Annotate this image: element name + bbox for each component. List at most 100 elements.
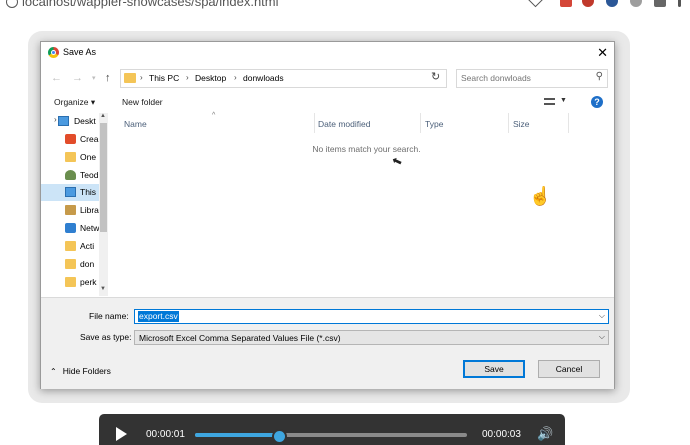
user-icon [65,170,76,180]
view-options-icon[interactable] [544,98,555,105]
nav-item-libraries[interactable]: Libra [41,202,99,219]
column-divider[interactable] [568,113,569,133]
creative-cloud-icon [65,134,76,144]
column-header-type[interactable]: Type [425,119,443,129]
nav-scrollbar[interactable]: ▲ ▼ [99,113,108,296]
chrome-icon [48,47,59,58]
file-name-selected-text[interactable]: export.csv [138,311,179,322]
extension-icon[interactable] [630,0,642,7]
bookmark-star-icon[interactable] [527,0,544,8]
close-button[interactable]: ✕ [597,45,608,61]
site-info-icon[interactable] [6,0,18,8]
sort-ascending-icon: ^ [212,112,216,119]
nav-item-this-pc[interactable]: This [41,184,99,201]
column-header-date-modified[interactable]: Date modified [318,119,370,129]
extension-icon[interactable] [606,0,618,7]
extension-icon[interactable] [654,0,666,7]
save-as-type-dropdown-icon[interactable]: ⌵ [599,332,605,342]
nav-item-label: Crea [80,134,99,144]
search-box[interactable]: ⚲ [456,69,608,88]
save-as-dialog: Save As ✕ ← → ▾ ↑ › This PC › Desktop › … [40,41,615,389]
adblock-extension-icon[interactable] [582,0,594,7]
column-header-size[interactable]: Size [513,119,530,129]
file-name-field[interactable]: export.csv ⌵ [134,309,609,324]
organize-button[interactable]: Organize ▾ [54,97,95,108]
gmail-extension-icon[interactable] [560,0,572,7]
save-as-type-select[interactable]: Microsoft Excel Comma Separated Values F… [134,330,609,345]
help-icon[interactable]: ? [591,96,603,108]
play-icon[interactable] [116,427,127,441]
save-as-type-value: Microsoft Excel Comma Separated Values F… [139,333,341,343]
column-divider[interactable] [508,113,509,133]
forward-arrow-icon[interactable]: → [72,72,83,84]
dialog-titlebar[interactable]: Save As ✕ [41,42,614,64]
nav-item-folder[interactable]: perk [41,274,99,291]
search-input[interactable] [461,72,587,84]
folder-icon [65,152,76,162]
save-as-type-label: Save as type: [80,332,132,342]
current-time: 00:00:01 [146,429,185,440]
this-pc-icon [65,187,76,197]
browser-toolbar: localhost/wappier-showcases/spa/index.ht… [0,0,690,12]
folder-icon [65,277,76,287]
save-button[interactable]: Save [463,360,525,378]
nav-item-label: Netw [80,223,100,233]
dialog-toolbar: Organize ▾ New folder ▼ ? [41,92,614,112]
nav-item-label: Teod [80,170,99,180]
back-arrow-icon[interactable]: ← [51,72,62,84]
nav-item-label: don [80,259,95,269]
progress-handle[interactable] [271,429,287,444]
column-divider[interactable] [314,113,315,133]
libraries-icon [65,205,76,215]
breadcrumb-this-pc[interactable]: This PC [149,73,179,83]
progress-fill [195,433,277,437]
file-name-label: File name: [89,311,129,321]
nav-item-user[interactable]: Teod [41,167,99,184]
breadcrumb-desktop[interactable]: Desktop [195,73,226,83]
scroll-up-icon[interactable]: ▲ [100,113,106,119]
nav-item-onedrive[interactable]: One [41,149,99,166]
recent-locations-chevron-icon[interactable]: ▾ [92,74,96,82]
up-arrow-icon[interactable]: ↑ [105,72,111,84]
folder-icon [124,73,136,83]
new-folder-button[interactable]: New folder [122,97,163,107]
breadcrumb-separator: › [234,73,237,82]
nav-item-folder[interactable]: Acti [41,238,99,255]
scrollbar-thumb[interactable] [100,123,107,232]
scroll-down-icon[interactable]: ▼ [100,286,106,292]
file-name-dropdown-icon[interactable]: ⌵ [599,311,605,321]
navigation-pane: › Deskt Crea One Teod This Libra Netw Ac… [41,113,108,296]
nav-item-network[interactable]: Netw [41,220,99,237]
nav-item-desktop[interactable]: › Deskt [41,113,99,130]
address-bar-url[interactable]: localhost/wappier-showcases/spa/index.ht… [22,0,279,9]
chevron-up-icon: ⌃ [50,367,57,376]
menu-icon[interactable] [678,0,681,7]
column-headers: ^ Name Date modified Type Size [109,112,569,133]
progress-track[interactable] [195,433,467,437]
refresh-icon[interactable]: ↻ [431,70,440,83]
hand-pointer-icon: ☝ [529,186,552,206]
breadcrumb-donwloads[interactable]: donwloads [243,73,284,83]
cancel-button[interactable]: Cancel [538,360,600,378]
breadcrumb-separator: › [140,73,143,82]
nav-item-label: Libra [80,205,99,215]
dialog-title: Save As [63,47,97,57]
nav-item-label: Acti [80,241,95,251]
volume-icon[interactable]: 🔊 [537,426,553,442]
column-divider[interactable] [420,113,421,133]
address-bar[interactable]: › This PC › Desktop › donwloads ▾ [120,69,505,88]
view-dropdown-icon[interactable]: ▼ [560,97,567,104]
column-header-name[interactable]: Name [124,119,147,129]
search-icon: ⚲ [595,71,603,82]
nav-item-label: This [80,187,97,197]
hide-folders-toggle[interactable]: ⌃ Hide Folders [50,366,111,376]
duration: 00:00:03 [482,429,521,440]
expand-chevron-icon[interactable]: › [54,115,57,124]
save-options-panel: File name: export.csv ⌵ Save as type: Mi… [41,297,614,389]
breadcrumb-separator: › [186,73,189,82]
network-icon [65,223,76,233]
nav-item-creative-cloud[interactable]: Crea [41,131,99,148]
nav-item-folder[interactable]: don [41,256,99,273]
folder-icon [65,241,76,251]
hide-folders-label: Hide Folders [62,366,111,376]
